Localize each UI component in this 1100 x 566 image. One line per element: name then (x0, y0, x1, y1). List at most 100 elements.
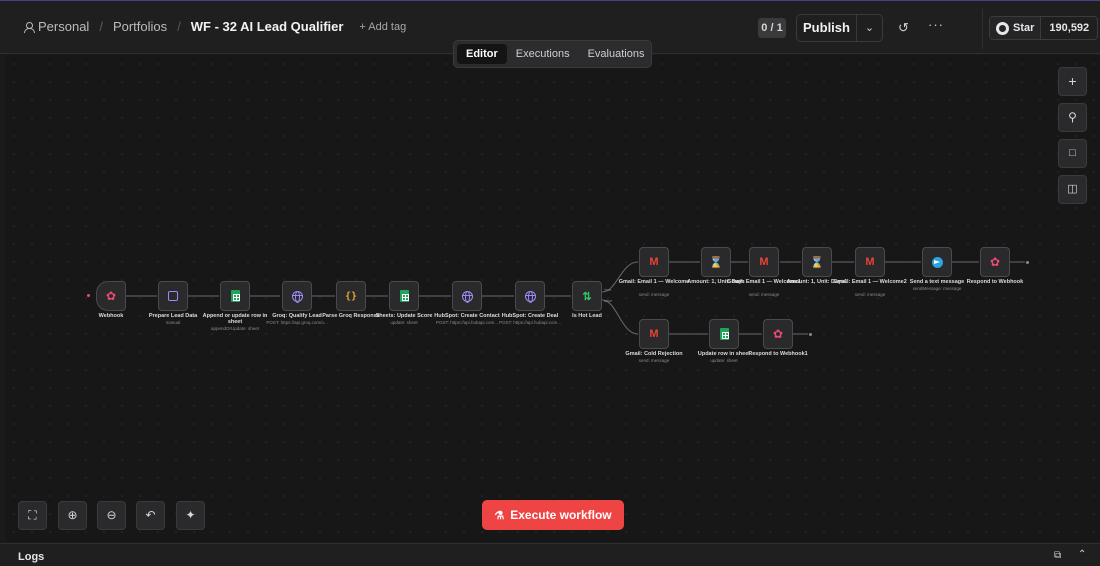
node-append-row[interactable] (220, 281, 250, 311)
output-handle[interactable] (809, 333, 812, 336)
node-gmail-welcome2[interactable]: M (855, 247, 885, 277)
pop-out-icon[interactable]: ⧉ (1054, 550, 1061, 561)
node-respond-webhook1[interactable]: ✿ (763, 319, 793, 349)
add-node-button[interactable]: + (1058, 67, 1087, 96)
branch-label-true: true (604, 287, 612, 292)
history-icon[interactable]: ↺ (898, 20, 909, 36)
node-prepare-lead-data[interactable] (158, 281, 188, 311)
tab-executions[interactable]: Executions (507, 44, 579, 64)
webhook-icon: ✿ (772, 327, 784, 341)
node-subtitle: sendMessage: message (912, 286, 962, 291)
http-globe-icon (461, 290, 473, 303)
if-branch-icon: ⇅ (582, 290, 592, 303)
node-subtitle: send: message (748, 292, 780, 297)
branch-label-false: false (603, 298, 613, 303)
chevron-up-icon[interactable]: ⌃ (1078, 549, 1086, 560)
toggle-panel-button[interactable]: ◫ (1058, 175, 1087, 204)
node-gmail-welcome[interactable]: M (639, 247, 669, 277)
node-is-hot-lead[interactable]: ⇅ (572, 281, 602, 311)
node-hubspot-deal[interactable] (515, 281, 545, 311)
node-subtitle: POST: https://api.groq.com/o... (266, 320, 328, 325)
add-sticky-note-button[interactable]: □ (1058, 139, 1087, 168)
tab-evaluations[interactable]: Evaluations (579, 44, 654, 64)
node-subtitle: send: message (638, 292, 670, 297)
node-sheets-update-score[interactable] (389, 281, 419, 311)
add-tag-button[interactable]: + Add tag (359, 21, 406, 33)
flask-icon: ⚗ (494, 509, 505, 522)
fit-view-icon: ⛶ (28, 508, 37, 522)
sticky-note-icon: □ (1069, 147, 1076, 159)
node-webhook[interactable]: ✿ (96, 281, 126, 311)
node-label: Gmail: Email 1 — Welcome2 (833, 279, 907, 285)
magic-wand-icon: ✦ (185, 508, 196, 522)
workflow-canvas[interactable]: ✿ Webhook Prepare Lead Data manual Appen… (5, 55, 1100, 542)
telegram-icon (931, 256, 943, 268)
breadcrumb-portfolios[interactable]: Portfolios (113, 19, 167, 34)
node-label: Gmail: Cold Rejection (625, 351, 683, 357)
logs-panel[interactable]: Logs ⧉ ⌃ (0, 543, 1100, 566)
gmail-icon: M (865, 256, 875, 268)
tab-editor[interactable]: Editor (457, 44, 507, 64)
publish-button[interactable]: Publish (797, 15, 857, 41)
node-gmail-welcome1[interactable]: M (749, 247, 779, 277)
plus-icon: + (1068, 73, 1077, 89)
node-respond-webhook[interactable]: ✿ (980, 247, 1010, 277)
view-tabs: Editor Executions Evaluations (453, 40, 652, 68)
more-options-icon[interactable]: ··· (928, 17, 944, 32)
breadcrumb-personal[interactable]: Personal (38, 19, 89, 34)
publish-button-group: Publish ⌄ (796, 14, 883, 42)
zoom-in-button[interactable]: ⊕ (58, 501, 87, 530)
node-hubspot-contact[interactable] (452, 281, 482, 311)
hourglass-icon: ⌛ (709, 256, 723, 269)
output-handle[interactable] (1026, 261, 1029, 264)
node-wait-1[interactable]: ⌛ (701, 247, 731, 277)
http-globe-icon (291, 290, 303, 303)
http-globe-icon (524, 290, 536, 303)
tidy-up-button[interactable]: ✦ (176, 501, 205, 530)
person-icon (24, 21, 35, 33)
node-subtitle: send: message (854, 292, 886, 297)
github-star-button[interactable]: Star 190,592 (989, 16, 1099, 40)
zoom-out-icon: ⊖ (106, 508, 117, 522)
github-star-count: 190,592 (1040, 17, 1097, 39)
gmail-icon: M (649, 328, 659, 340)
node-label: Respond to Webhook (966, 279, 1024, 285)
node-subtitle: send: message (638, 358, 670, 363)
execute-workflow-button[interactable]: ⚗ Execute workflow (482, 500, 624, 530)
node-wait-2[interactable]: ⌛ (802, 247, 832, 277)
webhook-icon: ✿ (105, 289, 117, 303)
edit-icon (168, 291, 178, 301)
search-nodes-button[interactable]: ⚲ (1058, 103, 1087, 132)
version-counter: 0 / 1 (758, 18, 786, 38)
google-sheets-icon (230, 290, 240, 302)
node-groq-qualify[interactable] (282, 281, 312, 311)
code-braces-icon: {} (344, 290, 358, 302)
undo-button[interactable]: ↶ (136, 501, 165, 530)
logs-title: Logs (18, 551, 45, 563)
gmail-icon: M (759, 256, 769, 268)
app-window: Personal / Portfolios / WF - 32 AI Lead … (0, 0, 1100, 566)
zoom-out-button[interactable]: ⊖ (97, 501, 126, 530)
node-label: Is Hot Lead (572, 313, 602, 319)
webhook-icon: ✿ (989, 255, 1001, 269)
trigger-indicator (87, 294, 90, 297)
breadcrumb-separator: / (99, 19, 103, 34)
node-update-row[interactable] (709, 319, 739, 349)
node-telegram[interactable] (922, 247, 952, 277)
node-gmail-cold[interactable]: M (639, 319, 669, 349)
workflow-title[interactable]: WF - 32 AI Lead Qualifier (191, 19, 344, 34)
chevron-down-icon[interactable]: ⌄ (857, 15, 882, 41)
undo-icon: ↶ (145, 508, 156, 522)
github-star-label: Star (1013, 22, 1035, 34)
google-sheets-icon (399, 290, 409, 302)
node-label: Respond to Webhook1 (748, 351, 808, 357)
gmail-icon: M (649, 256, 659, 268)
search-icon: ⚲ (1068, 110, 1077, 124)
node-parse-groq[interactable]: {} (336, 281, 366, 311)
github-icon (996, 21, 1009, 35)
zoom-in-icon: ⊕ (67, 508, 78, 522)
fit-view-button[interactable]: ⛶ (18, 501, 47, 530)
hourglass-icon: ⌛ (810, 256, 824, 269)
google-sheets-icon (719, 328, 729, 340)
github-star-widget: Star 190,592 (982, 9, 1099, 49)
